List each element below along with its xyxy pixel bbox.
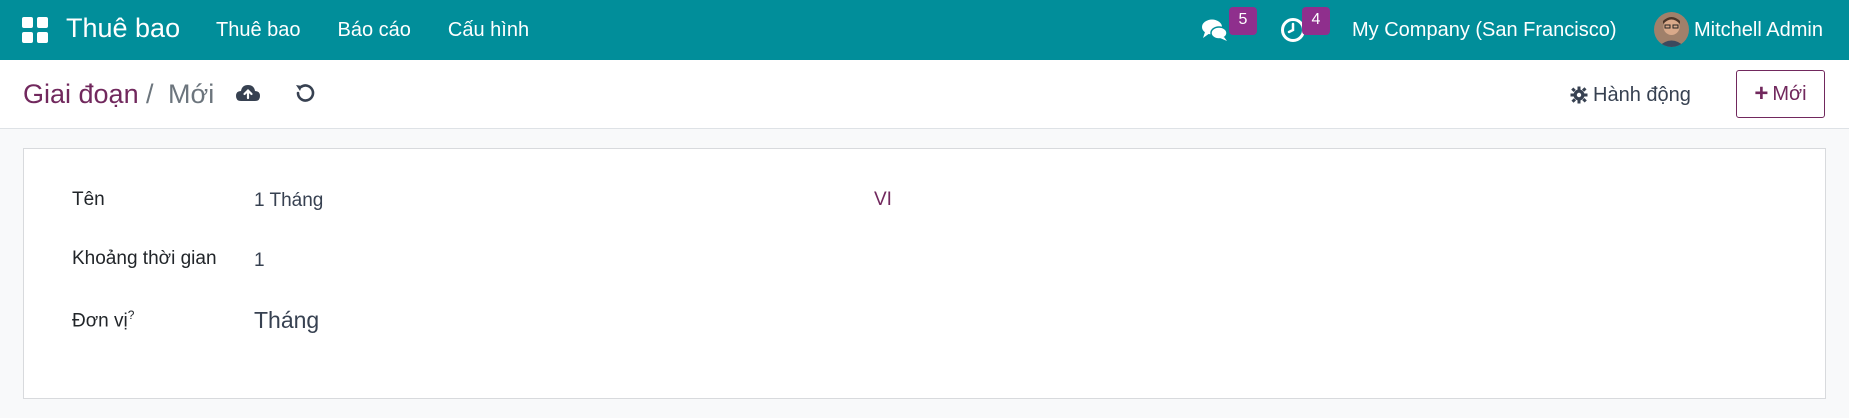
form-sheet: Tên 1 Tháng VI Khoảng thời gian 1 Đơn vị… [23, 148, 1826, 399]
action-label: Hành động [1593, 83, 1691, 106]
new-label: Mới [1772, 82, 1807, 105]
unit-select[interactable]: Tháng [254, 307, 319, 334]
undo-icon[interactable] [293, 81, 317, 105]
breadcrumb-separator: / [146, 79, 154, 109]
apps-menu-icon[interactable] [22, 17, 48, 43]
breadcrumb-parent[interactable]: Giai đoạn [23, 79, 139, 110]
menu-item-subscriptions[interactable]: Thuê bao [216, 19, 301, 42]
company-switcher[interactable]: My Company (San Francisco) [1352, 19, 1617, 42]
user-menu[interactable]: Mitchell Admin [1694, 19, 1823, 42]
duration-label: Khoảng thời gian [72, 248, 217, 269]
new-record-button[interactable]: + Mới [1736, 70, 1825, 118]
unit-label-text: Đơn vị [72, 310, 128, 332]
help-tooltip-icon[interactable]: ? [128, 308, 135, 322]
app-title[interactable]: Thuê bao [66, 13, 180, 44]
messages-badge: 5 [1229, 7, 1257, 35]
translate-language-button[interactable]: VI [874, 189, 892, 211]
chat-icon[interactable] [1201, 16, 1229, 44]
top-navbar: Thuê bao Thuê bao Báo cáo Cấu hình 5 4 M… [0, 0, 1849, 60]
plus-icon: + [1754, 80, 1769, 107]
activities-badge: 4 [1302, 7, 1330, 35]
name-field[interactable]: 1 Tháng [254, 190, 323, 212]
action-menu-button[interactable]: Hành động [1570, 80, 1691, 110]
duration-field[interactable]: 1 [254, 250, 265, 272]
main-menu: Thuê bao Báo cáo Cấu hình [216, 19, 566, 42]
user-avatar[interactable] [1654, 12, 1689, 47]
breadcrumb-current: Mới [168, 79, 215, 109]
name-label: Tên [72, 189, 105, 210]
unit-label: Đơn vị? [72, 308, 134, 332]
gear-icon [1570, 86, 1588, 104]
control-panel: Giai đoạn / Mới Hành động + Mới [0, 60, 1849, 129]
cloud-upload-icon[interactable] [235, 81, 261, 107]
menu-item-configuration[interactable]: Cấu hình [448, 19, 529, 42]
menu-item-reporting[interactable]: Báo cáo [338, 19, 411, 42]
